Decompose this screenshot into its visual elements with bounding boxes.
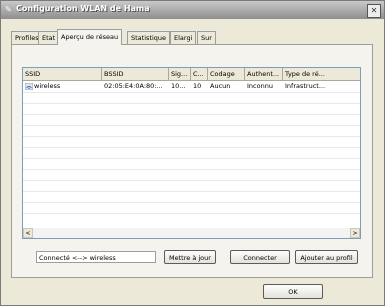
connect-button[interactable]: Connecter	[230, 250, 290, 264]
scroll-left-icon[interactable]: <	[23, 228, 33, 238]
column-header-signal[interactable]: Sig...	[169, 68, 191, 80]
cell-codage: Aucun	[210, 82, 231, 90]
tab-elargi[interactable]: Elargi	[170, 31, 197, 44]
grid-line	[23, 202, 360, 203]
grid-line	[23, 103, 360, 104]
title-bar[interactable]: ✎ Configuration WLAN de Hama ✕	[1, 1, 384, 19]
grid-line	[23, 180, 360, 181]
tab-statistique[interactable]: Statistique	[127, 31, 170, 44]
grid-line	[23, 169, 360, 170]
grid-line	[23, 136, 360, 137]
list-header: SSID BSSID Sig... C... Codage Authent...…	[23, 68, 360, 81]
cell-authentification: Inconnu	[247, 82, 273, 90]
column-header-channel[interactable]: C...	[191, 68, 208, 80]
scroll-right-icon[interactable]: >	[350, 228, 360, 238]
column-header-authentification[interactable]: Authent...	[245, 68, 283, 80]
network-list[interactable]: SSID BSSID Sig... C... Codage Authent...…	[22, 67, 361, 230]
horizontal-scrollbar[interactable]: < >	[22, 228, 361, 239]
ok-button[interactable]: OK	[263, 284, 323, 299]
wireless-network-icon	[25, 82, 33, 90]
grid-line	[23, 92, 360, 93]
connection-status: Connecté <--> wireless	[36, 251, 156, 263]
ssid-text: wireless	[34, 82, 61, 90]
grid-line	[23, 191, 360, 192]
tab-etat[interactable]: Etat	[38, 31, 60, 44]
window-title: Configuration WLAN de Hama	[16, 4, 150, 13]
close-button[interactable]: ✕	[367, 4, 381, 18]
tab-sur[interactable]: Sur	[197, 31, 216, 44]
cell-channel: 10	[193, 82, 202, 90]
table-row[interactable]: wireless 02:05:E4:0A:80:... 10... 10 Auc…	[23, 81, 360, 92]
cell-signal: 10...	[171, 82, 186, 90]
grid-line	[23, 125, 360, 126]
column-header-codage[interactable]: Codage	[208, 68, 245, 80]
grid-line	[23, 213, 360, 214]
tab-apercu-reseau[interactable]: Aperçu de réseau	[57, 29, 123, 45]
column-header-ssid[interactable]: SSID	[23, 68, 102, 80]
cell-type-reseau: Infrastruct...	[285, 82, 326, 90]
grid-line	[23, 158, 360, 159]
column-header-type-reseau[interactable]: Type de ré...	[283, 68, 360, 80]
cell-ssid: wireless	[23, 81, 102, 92]
refresh-button[interactable]: Mettre à jour	[164, 250, 216, 264]
grid-line	[23, 147, 360, 148]
app-icon: ✎	[5, 5, 12, 14]
grid-line	[23, 114, 360, 115]
column-header-bssid[interactable]: BSSID	[102, 68, 169, 80]
add-to-profile-button[interactable]: Ajouter au profil	[295, 250, 358, 264]
wlan-config-window: ✎ Configuration WLAN de Hama ✕ Profiles …	[0, 0, 385, 306]
cell-bssid: 02:05:E4:0A:80:...	[104, 82, 163, 90]
